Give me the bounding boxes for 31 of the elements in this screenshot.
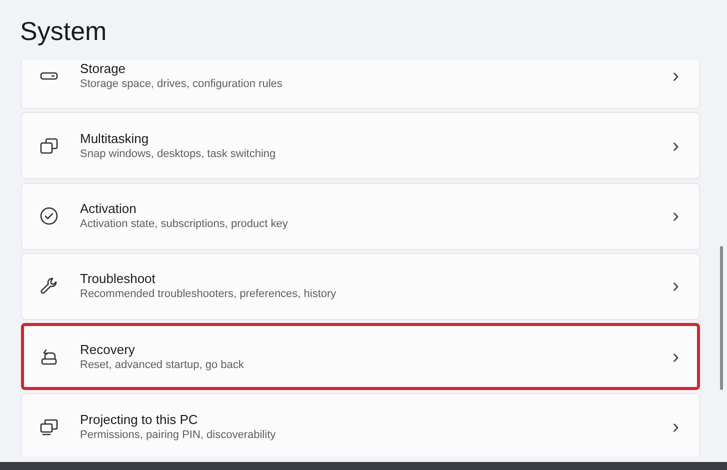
scrollbar[interactable] [720, 246, 723, 390]
overlapping-windows-icon [39, 136, 59, 156]
item-title: Multitasking [80, 130, 150, 147]
chevron-icon: › [672, 276, 679, 296]
chevron-icon: › [672, 416, 679, 437]
chevron-icon: › [672, 66, 679, 86]
item-description: Reset, advanced startup, go back [80, 358, 245, 372]
item-title: Recovery [80, 340, 136, 358]
item-title: Activation [80, 200, 138, 217]
item-description: Recommended troubleshooters, preferences, history [80, 287, 338, 302]
chevron-icon: › [672, 206, 679, 226]
settings-item[interactable]: Storage Storage space, drives, configuration rules › [21, 60, 700, 109]
chevron-icon: › [672, 136, 679, 156]
chevron-icon: › [672, 346, 679, 366]
settings-item[interactable]: Activation Activation state, subscriptions, product key › [21, 182, 700, 250]
item-description: Permissions, pairing PIN, discoverability [80, 428, 277, 443]
item-title: Projecting to this PC [80, 410, 199, 428]
settings-item[interactable]: Recovery Reset, advanced startup, go back › [21, 323, 700, 390]
settings-item[interactable]: Projecting to this PC Permissions, pairing PIN, discoverability › [21, 393, 700, 456]
item-title: Troubleshoot [80, 270, 156, 288]
screens-icon [39, 416, 59, 437]
page-title: System [20, 16, 108, 48]
check-circle-icon [39, 206, 59, 226]
settings-item[interactable]: Troubleshoot Recommended troubleshooters, preferences, history › [21, 252, 700, 320]
recovery-drive-icon [39, 346, 59, 366]
item-description: Storage space, drives, configuration rules [80, 76, 284, 92]
settings-item[interactable]: Multitasking Snap windows, desktops, task switching › [21, 112, 700, 180]
item-description: Activation state, subscriptions, product key [80, 217, 289, 232]
item-title: Storage [80, 60, 127, 76]
item-description: Snap windows, desktops, task switching [80, 146, 277, 162]
wrench-icon [39, 276, 59, 296]
